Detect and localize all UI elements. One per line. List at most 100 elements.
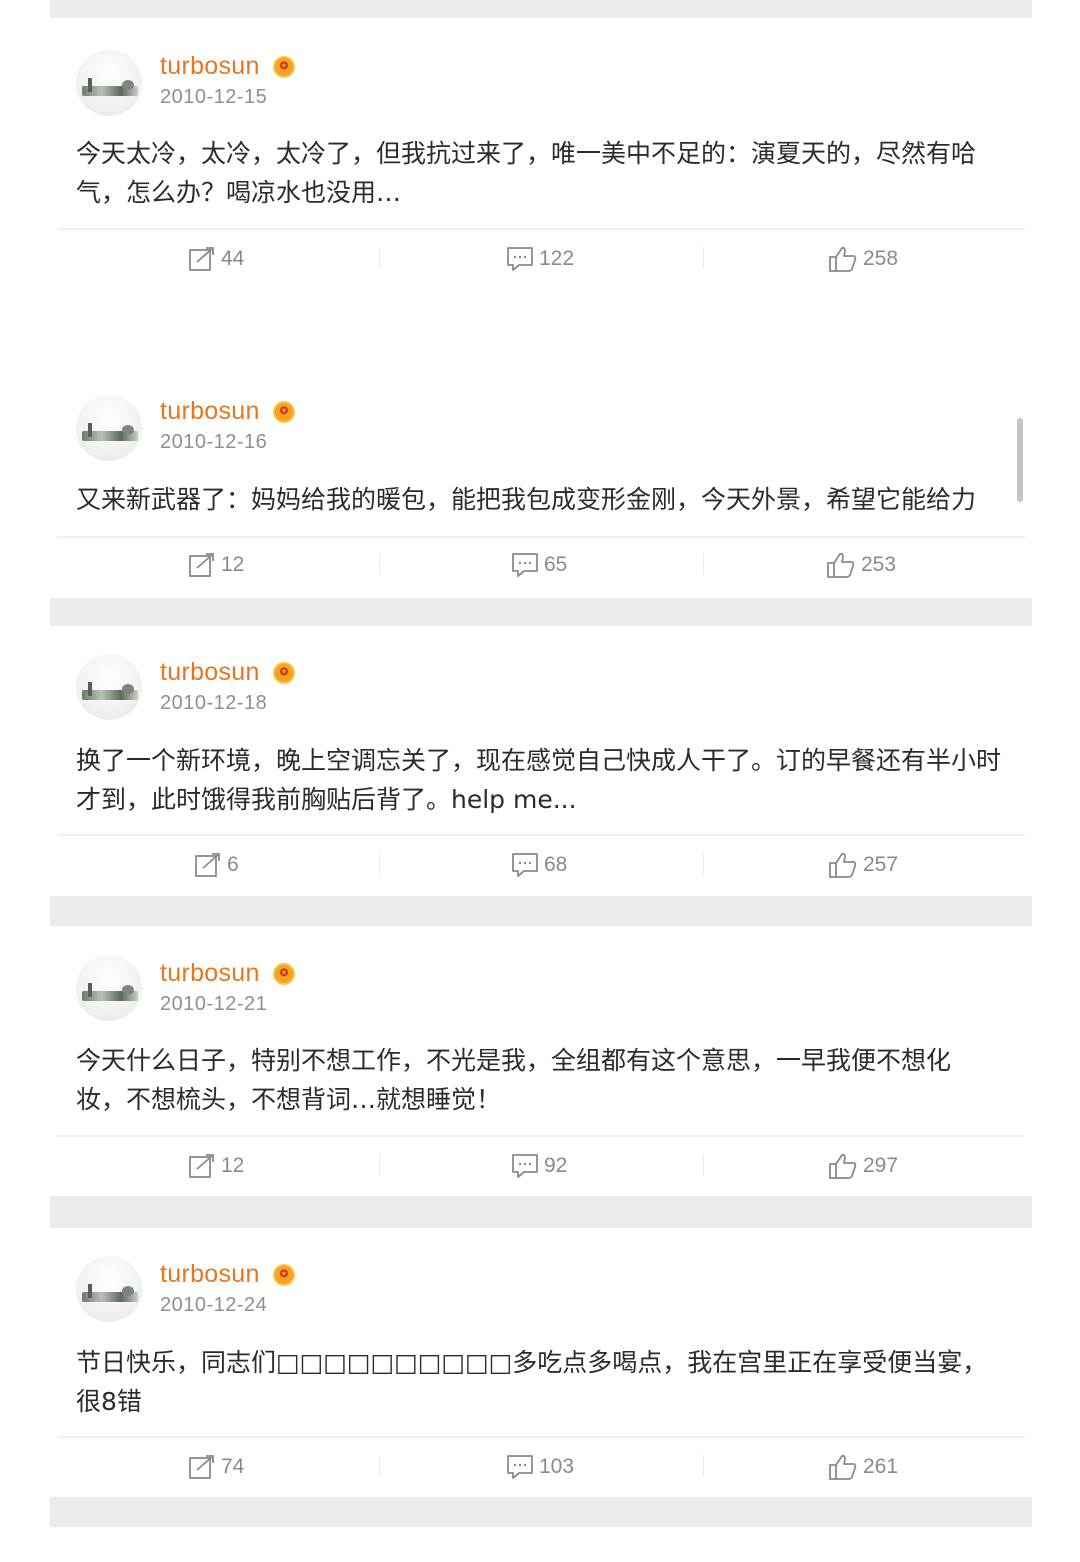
post-date[interactable]: 2010-12-21 (160, 993, 267, 1016)
repost-count: 12 (221, 553, 245, 576)
feed-background (50, 1497, 1032, 1527)
like-icon (827, 552, 855, 578)
comment-icon (512, 553, 538, 577)
separator (379, 1455, 380, 1477)
post-text: 今天太冷，太冷，太冷了，但我抗过来了，唯一美中不足的：演夏天的，尽然有哈气，怎么… (76, 139, 977, 207)
post-text: 今天什么日子，特别不想工作，不光是我，全组都有这个意思，一早我便不想化妆，不想梳… (76, 1046, 952, 1114)
comment-icon (507, 1455, 533, 1479)
separator (379, 247, 380, 269)
post-date[interactable]: 2010-12-24 (160, 1294, 267, 1317)
like-button[interactable]: 257 (829, 837, 898, 893)
like-button[interactable]: 261 (829, 1439, 898, 1495)
username[interactable]: turbosun (160, 658, 260, 687)
username[interactable]: turbosun (160, 959, 260, 988)
scrollbar[interactable] (1017, 418, 1023, 502)
avatar[interactable] (76, 654, 142, 720)
comment-icon (512, 853, 538, 877)
post-actions: 6 68 257 (57, 837, 1025, 893)
separator (379, 553, 380, 575)
separator (703, 1455, 704, 1477)
post-card: turbosun ✪ 2010-12-24 节日快乐，同志们□□□□□□□□□□… (57, 1234, 1025, 1496)
comment-icon (512, 1154, 538, 1178)
post-date[interactable]: 2010-12-15 (160, 86, 267, 109)
like-icon (829, 246, 857, 272)
feed-background (50, 1196, 1032, 1228)
repost-icon (189, 1455, 214, 1479)
divider (57, 228, 1025, 230)
verified-badge-icon: ✪ (273, 1264, 295, 1286)
username[interactable]: turbosun (160, 1260, 260, 1289)
comment-count: 122 (539, 247, 575, 270)
like-count: 261 (863, 1455, 899, 1478)
post-actions: 12 92 297 (57, 1138, 1025, 1194)
like-count: 253 (861, 553, 897, 576)
repost-count: 6 (227, 853, 239, 876)
like-button[interactable]: 297 (829, 1138, 898, 1194)
divider (57, 834, 1025, 836)
repost-count: 12 (221, 1154, 245, 1177)
repost-icon (189, 553, 214, 577)
comment-icon (507, 247, 533, 271)
avatar[interactable] (76, 955, 142, 1021)
like-button[interactable]: 253 (827, 537, 896, 593)
like-button[interactable]: 258 (829, 231, 898, 287)
comment-button[interactable]: 68 (512, 837, 567, 893)
post-actions: 74 103 261 (57, 1439, 1025, 1495)
separator (703, 247, 704, 269)
username[interactable]: turbosun (160, 52, 260, 81)
separator (703, 853, 704, 875)
feed-background (50, 0, 1032, 18)
separator (379, 853, 380, 875)
avatar[interactable] (76, 50, 142, 116)
repost-icon (189, 1154, 214, 1178)
verified-badge-icon: ✪ (273, 963, 295, 985)
separator (703, 553, 704, 575)
comment-button[interactable]: 92 (512, 1138, 567, 1194)
username[interactable]: turbosun (160, 397, 260, 426)
post-card: turbosun ✪ 2010-12-15 今天太冷，太冷，太冷了，但我抗过来了… (57, 22, 1025, 284)
like-icon (829, 852, 857, 878)
comment-count: 103 (539, 1455, 575, 1478)
post-text: 节日快乐，同志们□□□□□□□□□□多吃点多喝点，我在宫里正在享受便当宴，很8错 (76, 1348, 988, 1416)
feed-background (50, 598, 1032, 626)
post-actions: 44 122 258 (57, 231, 1025, 287)
repost-button[interactable]: 74 (189, 1439, 244, 1495)
post-date[interactable]: 2010-12-18 (160, 692, 267, 715)
comment-button[interactable]: 103 (507, 1439, 574, 1495)
verified-badge-icon: ✪ (273, 662, 295, 684)
comment-count: 68 (544, 853, 568, 876)
divider (57, 1436, 1025, 1438)
post-date[interactable]: 2010-12-16 (160, 431, 267, 454)
post-text: 又来新武器了：妈妈给我的暖包，能把我包成变形金刚，今天外景，希望它能给力 (76, 485, 977, 514)
avatar[interactable] (76, 395, 142, 461)
repost-button[interactable]: 12 (189, 537, 244, 593)
separator (379, 1154, 380, 1176)
post-card: turbosun ✪ 2010-12-16 又来新武器了：妈妈给我的暖包，能把我… (57, 390, 1025, 598)
repost-button[interactable]: 12 (189, 1138, 244, 1194)
verified-badge-icon: ✪ (273, 401, 295, 423)
post-actions: 12 65 253 (57, 537, 1025, 593)
repost-icon (195, 853, 220, 877)
separator (703, 1154, 704, 1176)
comment-count: 92 (544, 1154, 568, 1177)
avatar[interactable] (76, 1256, 142, 1322)
post-text: 换了一个新环境，晚上空调忘关了，现在感觉自己快成人干了。订的早餐还有半小时才到，… (76, 746, 1002, 814)
repost-icon (189, 247, 214, 271)
verified-badge-icon: ✪ (273, 56, 295, 78)
post-card-partial (57, 1534, 1025, 1562)
like-icon (829, 1454, 857, 1480)
post-card: turbosun ✪ 2010-12-21 今天什么日子，特别不想工作，不光是我… (57, 933, 1025, 1194)
repost-count: 44 (221, 247, 245, 270)
post-card: turbosun ✪ 2010-12-18 换了一个新环境，晚上空调忘关了，现在… (57, 633, 1025, 893)
comment-button[interactable]: 65 (512, 537, 567, 593)
like-count: 257 (863, 853, 899, 876)
like-count: 297 (863, 1154, 899, 1177)
like-count: 258 (863, 247, 899, 270)
comment-count: 65 (544, 553, 568, 576)
feed-background (50, 896, 1032, 926)
divider (57, 1135, 1025, 1137)
repost-button[interactable]: 44 (189, 231, 244, 287)
comment-button[interactable]: 122 (507, 231, 574, 287)
like-icon (829, 1153, 857, 1179)
repost-button[interactable]: 6 (195, 837, 239, 893)
